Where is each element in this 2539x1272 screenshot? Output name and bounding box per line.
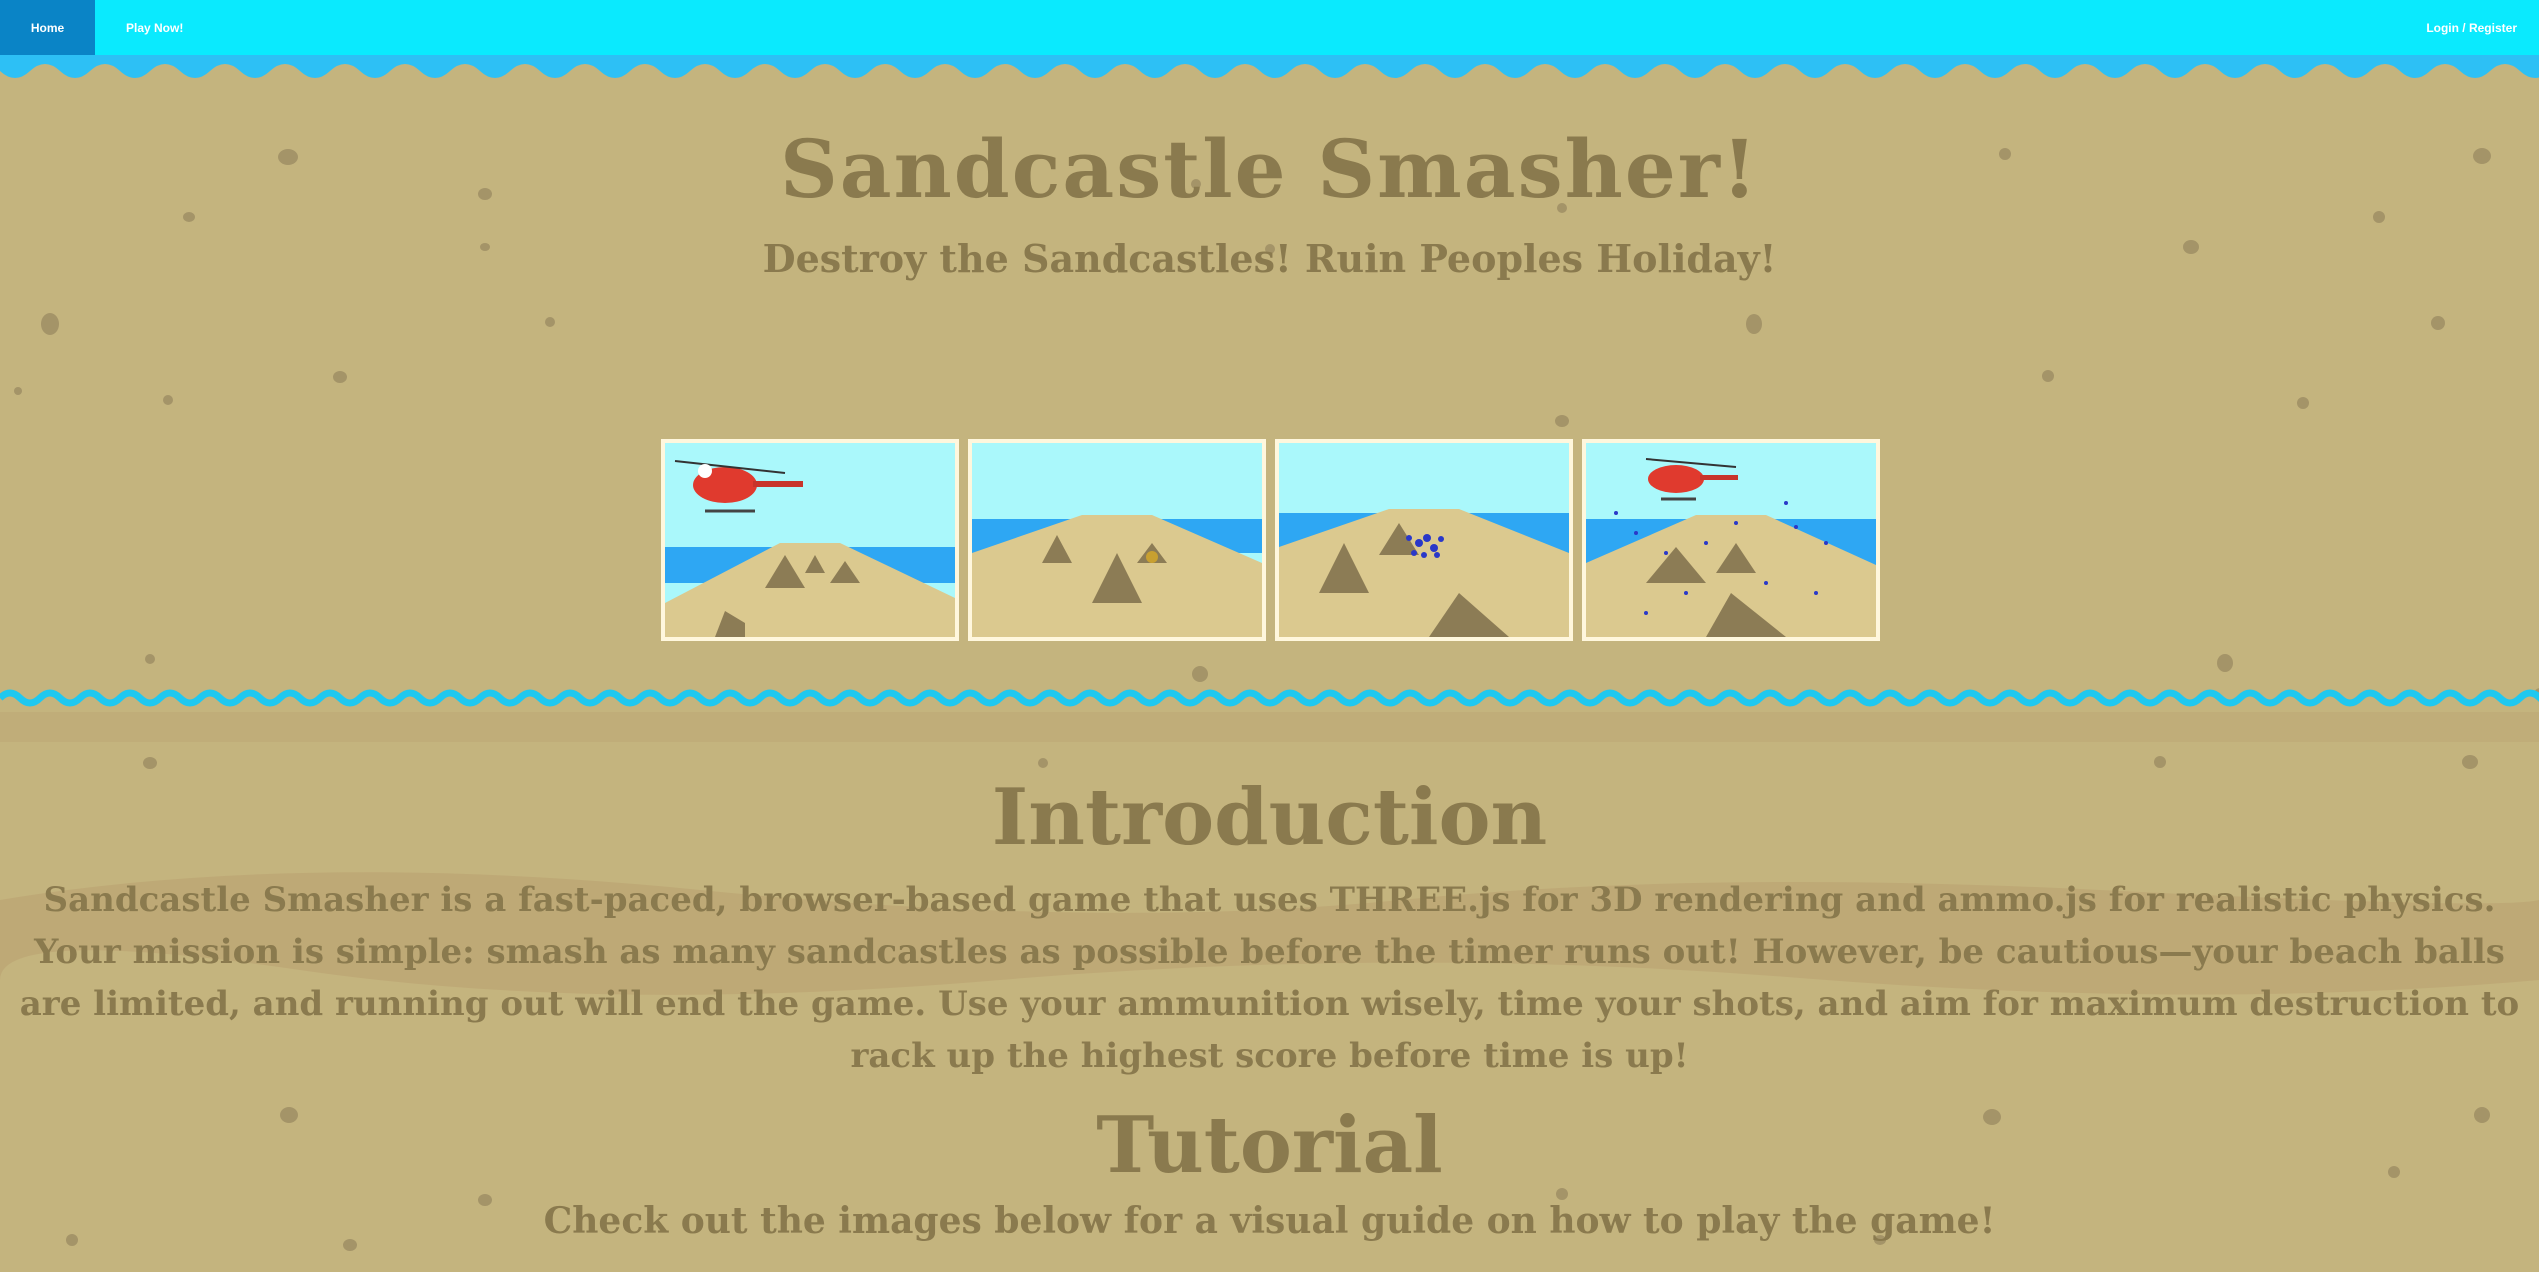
gallery-image-beach-balls[interactable] xyxy=(1275,439,1573,641)
top-wave-decoration xyxy=(0,55,2539,78)
nav-login-register-link[interactable]: Login / Register xyxy=(2426,0,2517,56)
page-title: Sandcastle Smasher! xyxy=(779,122,1759,216)
nav-home-link[interactable]: Home xyxy=(0,0,95,56)
page-subtitle: Destroy the Sandcastles! Ruin Peoples Ho… xyxy=(762,236,1777,281)
tutorial-heading: Tutorial xyxy=(1096,1100,1443,1191)
gallery-image-castles[interactable] xyxy=(968,439,1266,641)
middle-wave-decoration xyxy=(0,689,2539,742)
screenshot-gallery xyxy=(661,439,1882,641)
gallery-image-helicopter[interactable] xyxy=(661,439,959,641)
top-navbar: Home Play Now! Login / Register xyxy=(0,0,2539,56)
tutorial-text: Check out the images below for a visual … xyxy=(543,1200,1996,1242)
introduction-text: Sandcastle Smasher is a fast-paced, brow… xyxy=(19,880,2520,1076)
nav-play-now-link[interactable]: Play Now! xyxy=(126,0,183,56)
gallery-image-destruction[interactable] xyxy=(1582,439,1880,641)
introduction-heading: Introduction xyxy=(991,772,1548,863)
